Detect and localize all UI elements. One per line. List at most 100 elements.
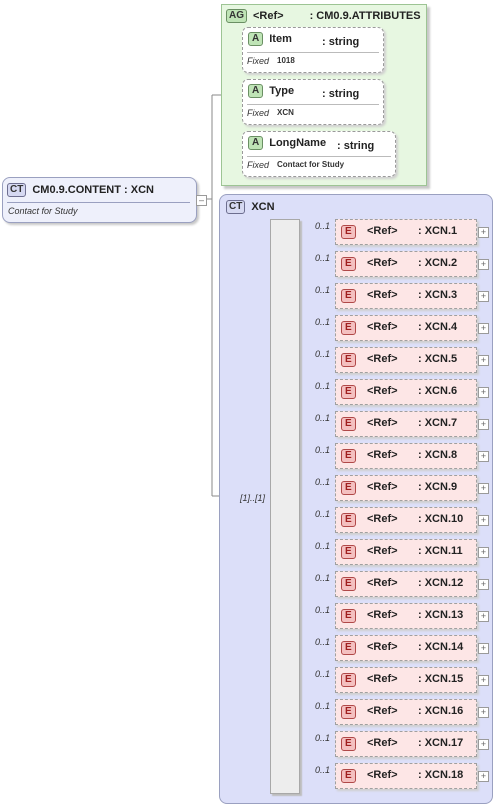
element-type: : XCN.11 [418,545,463,557]
expand-element-button[interactable]: + [478,355,489,366]
element-badge-icon: E [341,417,356,431]
fixed-label: Fixed [247,160,270,170]
element-occurrence: 0..1 [315,765,331,775]
expand-element-button[interactable]: + [478,771,489,782]
element-type: : XCN.7 [418,417,458,429]
element-ref: <Ref> [367,225,398,237]
fixed-label: Fixed [247,56,270,66]
expand-element-button[interactable]: + [478,419,489,430]
attribute-group-name: : CM0.9.ATTRIBUTES [309,10,421,22]
element-ref: <Ref> [367,577,398,589]
element-badge-icon: E [341,577,356,591]
complex-type-name: XCN [251,201,275,213]
element-ref-item[interactable]: E <Ref> : XCN.3 [335,283,477,309]
element-type: : XCN.14 [418,641,464,653]
element-occurrence: 0..1 [315,221,331,231]
expand-element-button[interactable]: + [478,259,489,270]
element-ref: <Ref> [367,289,398,301]
element-ref-item[interactable]: E <Ref>: XCN.15 [335,667,477,693]
attribute-type-field[interactable]: A Type : string Fixed XCN [242,79,384,125]
element-ref-item[interactable]: E <Ref> : XCN.6 [335,379,477,405]
attribute-longname[interactable]: A LongName : string Fixed Contact for St… [242,131,396,177]
element-occurrence: 0..1 [315,413,331,423]
element-occurrence: 0..1 [315,509,331,519]
attribute-group-ref: <Ref> [253,10,284,22]
element-ref-item[interactable]: E <Ref> : XCN.12 [335,571,477,597]
element-ref-item[interactable]: E <Ref>: XCN.1 [335,219,477,245]
element-type: : XCN.6 [418,385,458,397]
attribute-group[interactable]: AG <Ref> : CM0.9.ATTRIBUTES A Item : str… [221,4,427,186]
element-ref: <Ref> [367,641,398,653]
element-occurrence: 0..1 [315,605,331,615]
expand-element-button[interactable]: + [478,387,489,398]
element-badge-icon: E [341,321,356,335]
element-type: : XCN.5 [418,353,458,365]
element-ref-item[interactable]: E <Ref>: XCN.18 [335,763,477,789]
attribute-item[interactable]: A Item : string Fixed 1018 [242,27,384,73]
collapse-root-button[interactable]: – [196,195,207,206]
element-type: : XCN.10 [418,513,464,525]
attribute-badge-icon: A [248,32,264,46]
element-ref-item[interactable]: E <Ref>: XCN.8 [335,443,477,469]
divider [247,104,379,105]
element-badge-icon: E [341,385,356,399]
expand-element-button[interactable]: + [478,483,489,494]
element-ref-item[interactable]: E <Ref> : XCN.17 [335,731,477,757]
element-ref: <Ref> [367,737,398,749]
expand-element-button[interactable]: + [478,547,489,558]
expand-element-button[interactable]: + [478,579,489,590]
element-ref: <Ref> [367,353,398,365]
element-ref: <Ref> [367,321,398,333]
element-ref: <Ref> [367,705,398,717]
expand-element-button[interactable]: + [478,707,489,718]
expand-element-button[interactable]: + [478,323,489,334]
element-badge-icon: E [341,257,356,271]
element-occurrence: 0..1 [315,445,331,455]
expand-element-button[interactable]: + [478,643,489,654]
element-type: : XCN.12 [418,577,464,589]
element-ref: <Ref> [367,513,398,525]
expand-element-button[interactable]: + [478,291,489,302]
fixed-label: Fixed [247,108,270,118]
element-ref: <Ref> [367,673,398,685]
element-ref-item[interactable]: E <Ref>: XCN.4 [335,315,477,341]
element-type: : XCN.3 [418,289,458,301]
element-badge-icon: E [341,737,356,751]
expand-element-button[interactable]: + [478,515,489,526]
element-ref-item[interactable]: E <Ref> : XCN.10 [335,507,477,533]
element-type: : XCN.15 [418,673,464,685]
element-ref-item[interactable]: E <Ref>: XCN.13 [335,603,477,629]
element-badge-icon: E [341,353,356,367]
element-badge-icon: E [341,481,356,495]
expand-element-button[interactable]: + [478,739,489,750]
element-badge-icon: E [341,705,356,719]
root-element-title: CM0.9.CONTENT : XCN [32,184,154,196]
element-badge-icon: E [341,289,356,303]
expand-element-button[interactable]: + [478,227,489,238]
element-ref-item[interactable]: E <Ref> : XCN.16 [335,699,477,725]
expand-element-button[interactable]: + [478,611,489,622]
element-ref: <Ref> [367,385,398,397]
expand-element-button[interactable]: + [478,675,489,686]
element-type: : XCN.1 [418,225,458,237]
root-documentation: Contact for Study [8,206,78,216]
divider [247,156,391,157]
element-ref-item[interactable]: E <Ref>: XCN.11 [335,539,477,565]
attribute-type: : string [322,36,360,48]
element-badge-icon: E [341,769,356,783]
element-ref-item[interactable]: E <Ref>: XCN.9 [335,475,477,501]
sequence-compositor[interactable] [270,219,300,794]
element-type: : XCN.17 [418,737,464,749]
expand-element-button[interactable]: + [478,451,489,462]
element-badge-icon: E [341,513,356,527]
element-type: : XCN.16 [418,705,464,717]
complex-type-badge-icon: CT [7,183,27,197]
element-ref-item[interactable]: E <Ref>: XCN.14 [335,635,477,661]
element-ref-item[interactable]: E <Ref>: XCN.7 [335,411,477,437]
element-ref-item[interactable]: E <Ref>: XCN.2 [335,251,477,277]
attribute-name: Item [269,33,292,45]
element-occurrence: 0..1 [315,701,331,711]
element-ref-item[interactable]: E <Ref> : XCN.5 [335,347,477,373]
element-type: : XCN.9 [418,481,458,493]
root-complex-element[interactable]: CT CM0.9.CONTENT : XCN Contact for Study [2,177,197,223]
